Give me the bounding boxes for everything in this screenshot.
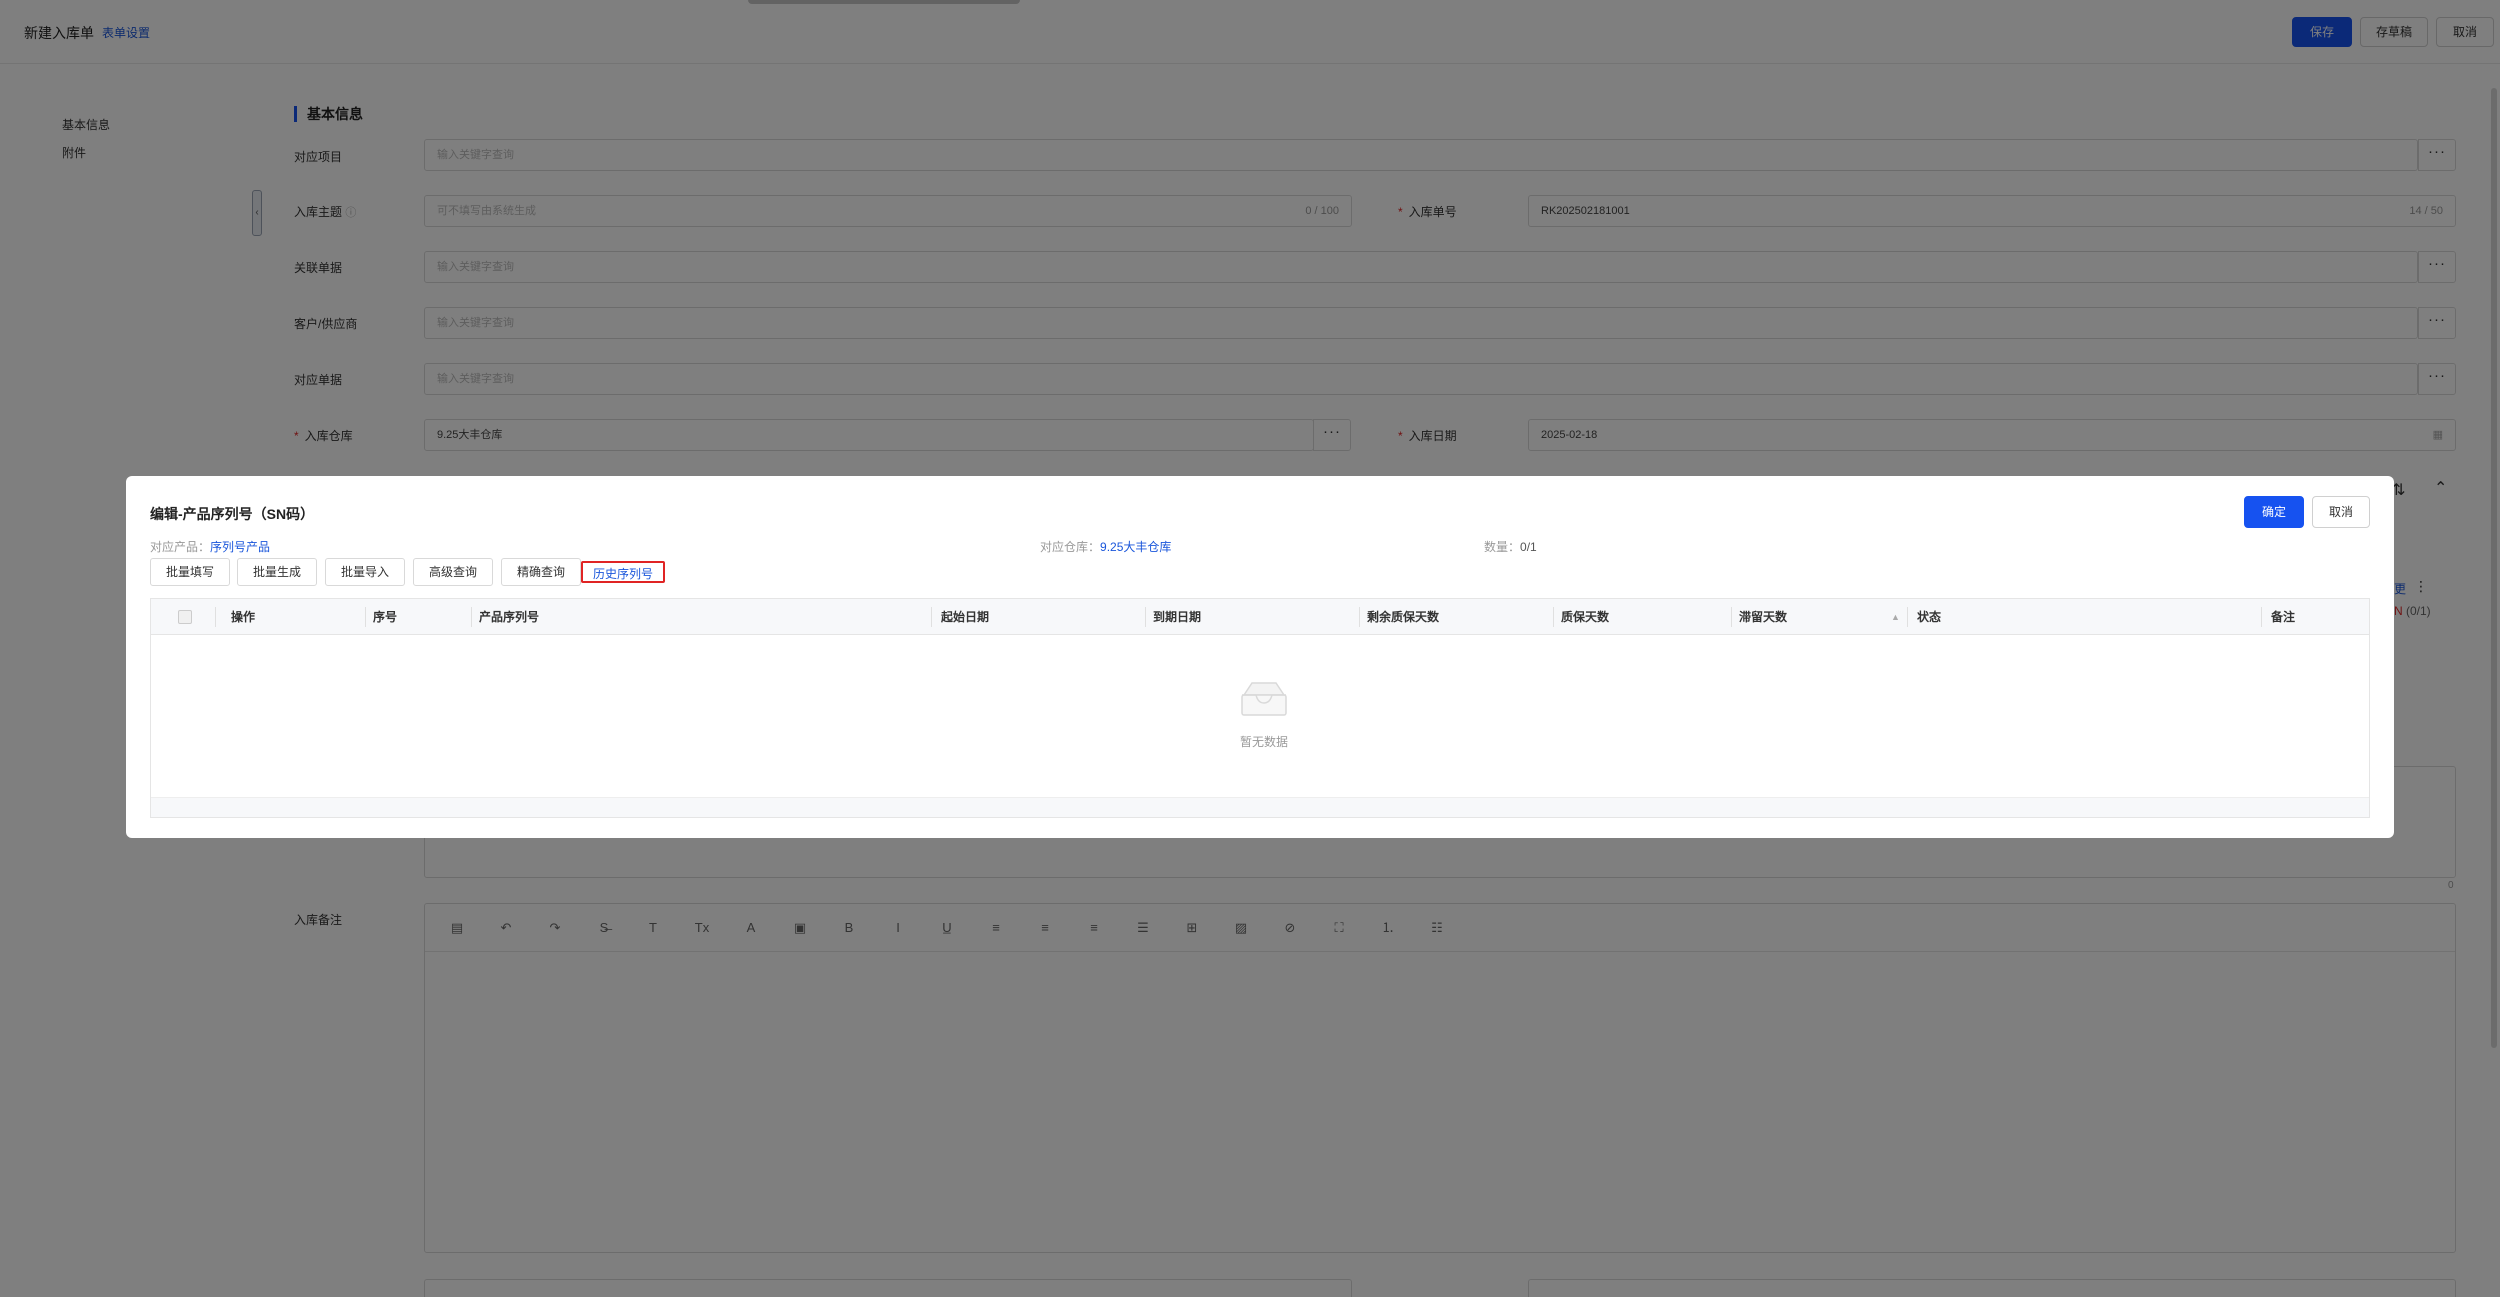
warehouse-meta: 对应仓库：9.25大丰仓库 [1040, 538, 1171, 555]
col-stay-days: 滞留天数 [1739, 610, 1788, 624]
batch-import-button[interactable]: 批量导入 [325, 558, 405, 586]
advanced-query-button[interactable]: 高级查询 [413, 558, 493, 586]
col-remark: 备注 [2271, 610, 2296, 624]
col-end-date: 到期日期 [1153, 610, 1202, 624]
column-divider[interactable] [1359, 607, 1360, 627]
exact-query-button[interactable]: 精确查询 [501, 558, 581, 586]
col-remaining-warranty: 剩余质保天数 [1367, 610, 1440, 624]
sn-table: 操作 序号 产品序列号 起始日期 到期日期 剩余质保天数 质保天数 滞留天数 ▲… [150, 598, 2370, 818]
empty-inbox-icon [1241, 682, 1287, 716]
col-serial-number: 产品序列号 [479, 610, 540, 624]
table-header: 操作 序号 产品序列号 起始日期 到期日期 剩余质保天数 质保天数 滞留天数 ▲… [151, 599, 2369, 635]
col-warranty-days: 质保天数 [1561, 610, 1610, 624]
column-divider[interactable] [2261, 607, 2262, 627]
modal-confirm-button[interactable]: 确定 [2244, 496, 2304, 528]
column-divider[interactable] [1731, 607, 1732, 627]
column-divider[interactable] [471, 607, 472, 627]
column-divider[interactable] [215, 607, 216, 627]
warehouse-meta-label: 对应仓库： [1040, 540, 1101, 554]
warehouse-link[interactable]: 9.25大丰仓库 [1100, 540, 1171, 554]
modal-cancel-button[interactable]: 取消 [2312, 496, 2370, 528]
col-start-date: 起始日期 [941, 610, 990, 624]
quantity-meta: 数量：0/1 [1484, 538, 1537, 555]
product-link[interactable]: 序列号产品 [210, 540, 270, 554]
select-all-checkbox[interactable] [178, 610, 192, 624]
sort-icon[interactable]: ▲ [1891, 599, 1900, 635]
batch-generate-button[interactable]: 批量生成 [237, 558, 317, 586]
batch-fill-button[interactable]: 批量填写 [150, 558, 230, 586]
quantity-value: 0/1 [1520, 540, 1537, 554]
col-action: 操作 [231, 610, 256, 624]
column-divider[interactable] [1907, 607, 1908, 627]
quantity-meta-label: 数量： [1484, 540, 1521, 554]
col-status: 状态 [1917, 610, 1942, 624]
modal-title: 编辑-产品序列号（SN码） [150, 506, 315, 522]
column-divider[interactable] [365, 607, 366, 627]
column-divider[interactable] [931, 607, 932, 627]
column-divider[interactable] [1145, 607, 1146, 627]
table-footer [151, 797, 2369, 817]
history-sn-button[interactable]: 历史序列号 [581, 561, 665, 583]
column-divider[interactable] [1553, 607, 1554, 627]
empty-text: 暂无数据 [1239, 735, 1288, 749]
product-meta: 对应产品：序列号产品 [150, 538, 270, 555]
product-meta-label: 对应产品： [150, 540, 211, 554]
sn-edit-modal: 编辑-产品序列号（SN码） 确定 取消 对应产品：序列号产品 对应仓库：9.25… [126, 476, 2394, 838]
col-index: 序号 [373, 610, 398, 624]
